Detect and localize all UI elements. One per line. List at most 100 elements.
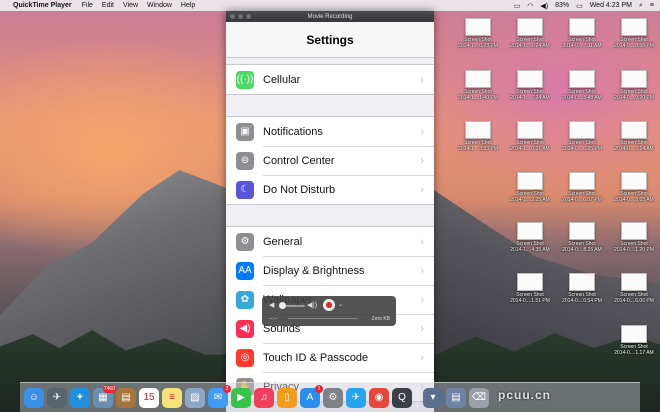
volume-icon[interactable]: ◀) <box>540 2 548 10</box>
file-thumbnail <box>621 325 647 343</box>
recording-time: --:-- <box>269 316 278 322</box>
desktop-file-icon[interactable]: Screen Shot 2014-0....0.54 PM <box>560 273 604 304</box>
desktop-file-icon[interactable]: Screen Shot 2014-0....1.51 PM <box>508 273 552 304</box>
trash-icon[interactable]: ⌫ <box>469 387 489 408</box>
moon-icon: ☾ <box>236 180 254 199</box>
airplay-icon[interactable]: ▭ <box>514 2 521 10</box>
desktop-file-icon[interactable]: Screen Shot 2014-0....8.05 AM <box>612 172 656 203</box>
photo-icon[interactable]: ▦ 7460 <box>93 384 116 408</box>
control-center-icon: ⊜ <box>236 151 254 170</box>
file-name-line2: 2014-1....4.35 AM <box>510 247 550 253</box>
finder-icon[interactable]: ☺ <box>24 387 44 408</box>
settings-row-do-not-disturb[interactable]: ☾ Do Not Disturb › <box>226 175 434 204</box>
settings-row-display-brightness[interactable]: AA Display & Brightness › <box>226 256 434 285</box>
app-menu[interactable]: QuickTime Player <box>13 2 72 9</box>
desktop-file-icon[interactable]: Screen Shot 2014-1....2.25 AM <box>508 172 552 203</box>
desktop-file-icon[interactable]: Screen Shot 2014-1....3.33 PM <box>456 121 500 152</box>
file-thumbnail <box>621 121 647 139</box>
view-menu[interactable]: View <box>123 2 138 9</box>
settings-list: ((·)) Cellular › ▣ Notifications › ⊜ Control Ce… <box>226 58 434 402</box>
file-thumbnail <box>465 18 491 36</box>
desktop-file-icon[interactable]: Screen Shot 2014-1....0.01 AM <box>508 121 552 152</box>
downloads-icon[interactable]: ▾ <box>423 387 443 408</box>
desktop-file-icon[interactable]: Screen Shot 2014-1....4.35 AM <box>508 222 552 253</box>
file-thumbnail <box>621 70 647 88</box>
settings-row-touch-id-passcode[interactable]: ◎ Touch ID & Passcode › <box>226 343 434 372</box>
desktop-file-icon[interactable]: Screen Shot 2014-0....5.48 AM <box>560 70 604 101</box>
dock-glyph: ≡ <box>169 392 175 403</box>
ibooks-icon[interactable]: ▯ <box>277 387 297 408</box>
page-title: Settings <box>306 32 354 47</box>
file-name-line2: 2014-1....3.33 PM <box>458 146 498 152</box>
file-name-line2: 2014-0....5.48 AM <box>562 95 602 101</box>
quicktime-icon[interactable]: Q <box>392 387 412 408</box>
desktop-file-icon[interactable]: Screen Shot 2014-0....3.14 AM <box>612 121 656 152</box>
desktop-file-icon[interactable]: Screen Shot 2014-0....6.07 PM <box>560 172 604 203</box>
twitter-icon[interactable]: ✈ <box>346 387 366 408</box>
options-chevron-down-icon[interactable]: ⌄ <box>338 301 343 308</box>
notebook-icon[interactable]: ▤ <box>116 387 136 408</box>
battery-percent[interactable]: 83% <box>555 2 569 9</box>
settings-row-control-center[interactable]: ⊜ Control Center › <box>226 146 434 175</box>
volume-slider-knob[interactable] <box>279 302 286 309</box>
desktop-file-icon[interactable]: Screen Shot 2014-0....6.06 PM <box>612 273 656 304</box>
file-thumbnail <box>569 18 595 36</box>
edit-menu[interactable]: Edit <box>102 2 114 9</box>
desktop-file-icon[interactable]: Screen Shot 2014-0....6.25 PM <box>560 121 604 152</box>
row-content: Do Not Disturb › <box>263 175 434 204</box>
window-menu[interactable]: Window <box>147 2 172 9</box>
chrome-icon[interactable]: ◉ <box>369 387 389 408</box>
file-thumbnail <box>621 273 647 291</box>
notification-center-icon[interactable]: ≡ <box>650 2 654 9</box>
recording-controls: ◀ ◀)) ⌄ --:-- Zero KB <box>262 296 396 326</box>
dock-glyph: ✈ <box>52 392 62 403</box>
wifi-icon[interactable]: ◠ <box>527 2 533 10</box>
window-titlebar[interactable]: Movie Recording <box>226 11 434 22</box>
desktop-file-icon[interactable]: Screen Shot 2014-0....8.26 AM <box>560 222 604 253</box>
documents-icon[interactable]: ▤ <box>446 387 466 408</box>
desktop-file-icon[interactable]: Screen Shot 2014-1....0.23 PM <box>456 18 500 49</box>
safari-icon[interactable]: ✦ <box>70 387 90 408</box>
file-name-line2: 2014-0....6.07 PM <box>562 197 602 203</box>
desktop-file-icon[interactable]: Screen Shot 2014-0....9.20 PM <box>612 70 656 101</box>
file-name-line2: 2014-1....0.23 PM <box>458 43 498 49</box>
file-name-line2: 2014-1....1.40 PM <box>458 95 498 101</box>
desktop-file-icon[interactable]: Screen Shot 2014-0....8.58 PM <box>612 18 656 49</box>
file-menu[interactable]: File <box>82 2 93 9</box>
facetime-icon[interactable]: ▶ <box>231 387 251 408</box>
settings-row-general[interactable]: ⚙ General › <box>226 227 434 256</box>
desktop-file-icon[interactable]: Screen Shot 2014-0....7.11 AM <box>560 18 604 49</box>
desktop-file-icon[interactable]: Screen Shot 2014-1....1.40 PM <box>456 70 500 101</box>
dock-glyph: ◉ <box>374 392 384 403</box>
app-store-icon[interactable]: A1 <box>300 384 323 408</box>
desktop-file-icon[interactable]: Screen Shot 2014-1....7.24 AM <box>508 70 552 101</box>
battery-icon[interactable]: ▭ <box>576 2 583 10</box>
desktop-file-icon[interactable]: Screen Shot 2014-1....1.24 AM <box>508 18 552 49</box>
system-preferences-icon[interactable]: ⚙ <box>323 387 343 408</box>
row-content: Notifications › <box>263 117 434 146</box>
chevron-right-icon: › <box>420 323 424 335</box>
clock[interactable]: Wed 4:23 PM <box>590 2 632 9</box>
help-menu[interactable]: Help <box>181 2 195 9</box>
display-icon: AA <box>236 261 254 280</box>
chevron-right-icon: › <box>420 265 424 277</box>
music-icon[interactable]: ♫ <box>254 387 274 408</box>
launchpad-icon[interactable]: ✈ <box>47 387 67 408</box>
settings-row-notifications[interactable]: ▣ Notifications › <box>226 117 434 146</box>
search-icon[interactable]: ⌕ <box>639 2 643 10</box>
dock-glyph: ▤ <box>121 392 131 403</box>
chevron-right-icon: › <box>420 235 424 248</box>
desktop-file-icon[interactable]: Screen Shot 2014-0....1.17 AM <box>612 325 656 356</box>
record-button[interactable] <box>323 299 335 311</box>
preview-icon[interactable]: ▨ <box>185 387 205 408</box>
dock-separator <box>417 386 418 409</box>
calendar-icon[interactable]: 15 <box>139 387 159 408</box>
file-thumbnail <box>465 70 491 88</box>
file-thumbnail <box>517 18 543 36</box>
settings-row-cellular[interactable]: ((·)) Cellular › <box>226 65 434 94</box>
messages-icon[interactable]: ✉ 3 <box>208 384 231 408</box>
desktop-file-icon[interactable]: Screen Shot 2014-0....1.20 PM <box>612 222 656 253</box>
notes-icon[interactable]: ≡ <box>162 387 182 408</box>
dock-glyph: ♫ <box>260 392 268 403</box>
row-content: Control Center › <box>263 146 434 175</box>
